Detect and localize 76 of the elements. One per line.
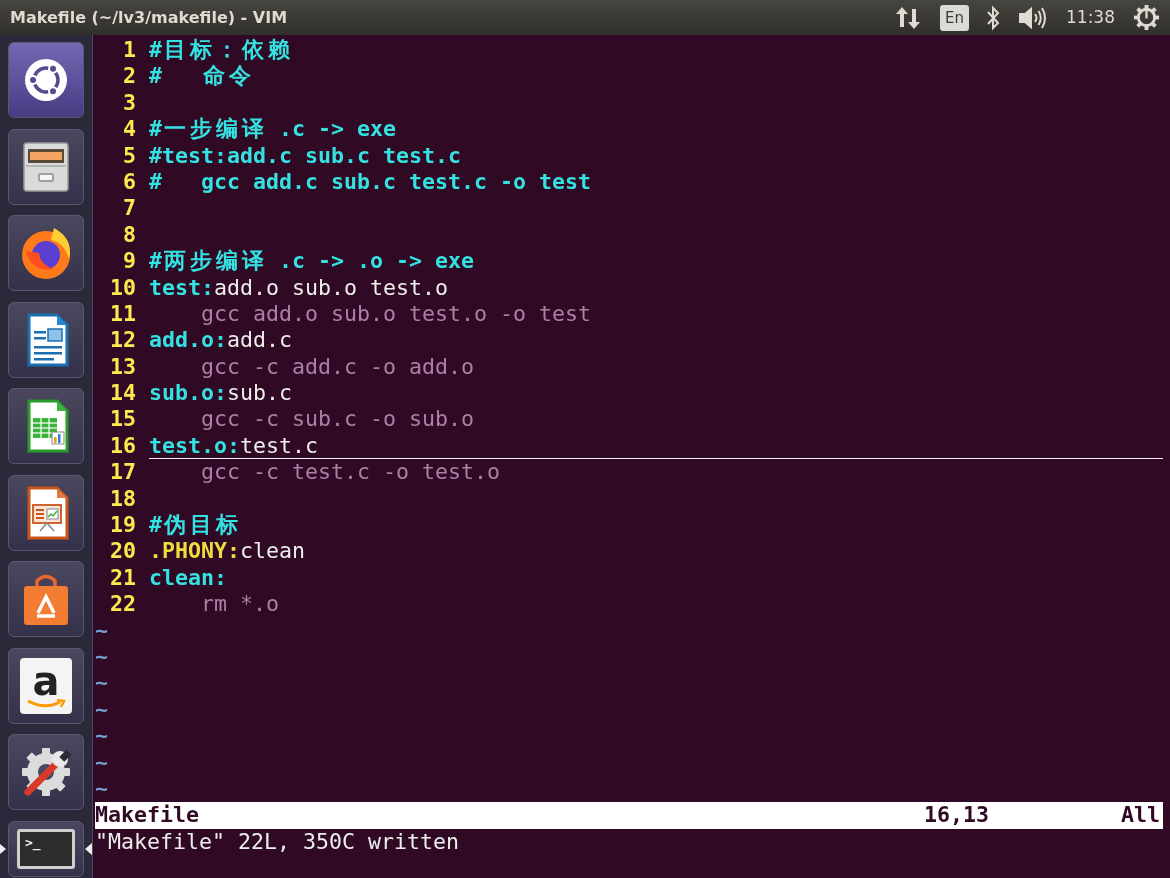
target-name: clean: xyxy=(149,564,227,591)
command-text: gcc -c test.c -o test.o xyxy=(201,459,500,485)
line-number: 2 xyxy=(122,63,137,90)
comment-text: #伪目标 xyxy=(149,512,239,538)
line-number: 5 xyxy=(122,142,137,169)
cursor-position: 16,13 xyxy=(924,802,989,829)
line-number: 3 xyxy=(122,89,137,117)
line-number: 4 xyxy=(122,116,137,143)
smile-arrow-icon xyxy=(26,698,66,709)
dependency-text: test.c xyxy=(240,432,319,459)
logo-letter: a xyxy=(32,662,60,699)
line-number: 17 xyxy=(109,459,137,486)
command-text: gcc -c sub.c -o sub.o xyxy=(201,406,474,432)
volume-icon xyxy=(1018,5,1048,30)
gear-icon xyxy=(1133,4,1160,31)
line-number: 20 xyxy=(109,538,137,565)
line-number: 16 xyxy=(109,432,137,460)
comment-text: #两步编译 .c -> .o -> exe xyxy=(149,248,475,274)
empty-line-tilde: ~ xyxy=(95,670,108,697)
comment-text: #test:add.c sub.c test.c xyxy=(149,142,461,168)
line-number: 22 xyxy=(109,591,137,618)
line-number: 10 xyxy=(109,274,137,301)
dependency-text: sub.c xyxy=(227,380,293,406)
file-name: Makefile xyxy=(95,802,199,829)
target-name: sub.o: xyxy=(149,380,227,406)
launcher-button[interactable] xyxy=(8,128,84,205)
empty-line-tilde: ~ xyxy=(95,775,108,803)
target-name: add.o: xyxy=(149,327,227,353)
line-number: 15 xyxy=(109,406,137,433)
line-number: 11 xyxy=(109,300,137,328)
launcher-button[interactable]: a xyxy=(8,647,84,724)
up-down-arrows-icon xyxy=(895,5,921,30)
empty-line-tilde: ~ xyxy=(95,723,108,750)
command-text: gcc -c add.c -o add.o xyxy=(201,353,474,380)
target-name: test.o: xyxy=(149,432,240,459)
dependency-text: clean xyxy=(240,538,306,564)
command-text: gcc add.o sub.o test.o -o test xyxy=(201,300,592,327)
line-number: 21 xyxy=(109,564,137,592)
launcher-button[interactable] xyxy=(8,561,84,637)
launcher-button[interactable] xyxy=(8,301,84,378)
comment-text: #一步编译 .c -> exe xyxy=(149,116,397,142)
launcher-button[interactable] xyxy=(8,734,84,810)
empty-line-tilde: ~ xyxy=(95,696,108,724)
line-number: 8 xyxy=(122,221,137,249)
target-name: test: xyxy=(149,274,214,300)
command-text: rm *.o xyxy=(201,591,279,617)
comment-text: # gcc add.c sub.c test.c -o test xyxy=(149,168,592,195)
launcher-button[interactable] xyxy=(8,474,84,551)
dependency-text: add.c xyxy=(227,327,293,353)
line-number: 12 xyxy=(109,327,137,354)
dependency-text: add.o sub.o test.o xyxy=(214,274,449,300)
line-number: 19 xyxy=(109,512,137,539)
comment-text: #目标：依赖 xyxy=(149,37,291,63)
command-line-message: "Makefile" 22L, 350C written xyxy=(95,828,459,856)
launcher-button[interactable] xyxy=(8,388,84,464)
line-number: 6 xyxy=(122,168,137,196)
line-number: 18 xyxy=(109,485,137,513)
bluetooth-icon xyxy=(985,4,1001,31)
line-number: 13 xyxy=(109,353,137,381)
line-number: 7 xyxy=(122,195,137,222)
special-target: .PHONY: xyxy=(149,538,240,564)
launcher-button[interactable] xyxy=(8,42,84,118)
line-number: 1 xyxy=(122,37,137,64)
empty-line-tilde: ~ xyxy=(95,617,108,644)
line-number: 14 xyxy=(109,380,137,407)
window-title: Makefile (~/lv3/makefile) - VIM xyxy=(10,6,288,29)
line-number: 9 xyxy=(122,248,137,275)
keyboard-layout-indicator[interactable]: En xyxy=(940,4,969,31)
launcher-button[interactable] xyxy=(8,215,84,291)
empty-line-tilde: ~ xyxy=(95,749,108,776)
comment-text: # 命令 xyxy=(149,63,252,89)
scroll-position: All xyxy=(1121,802,1160,829)
clock[interactable]: 11:38 xyxy=(1066,4,1115,31)
prompt-glyph: >_ xyxy=(25,834,41,851)
launcher-button[interactable]: >_ xyxy=(8,820,84,877)
empty-line-tilde: ~ xyxy=(95,644,108,671)
